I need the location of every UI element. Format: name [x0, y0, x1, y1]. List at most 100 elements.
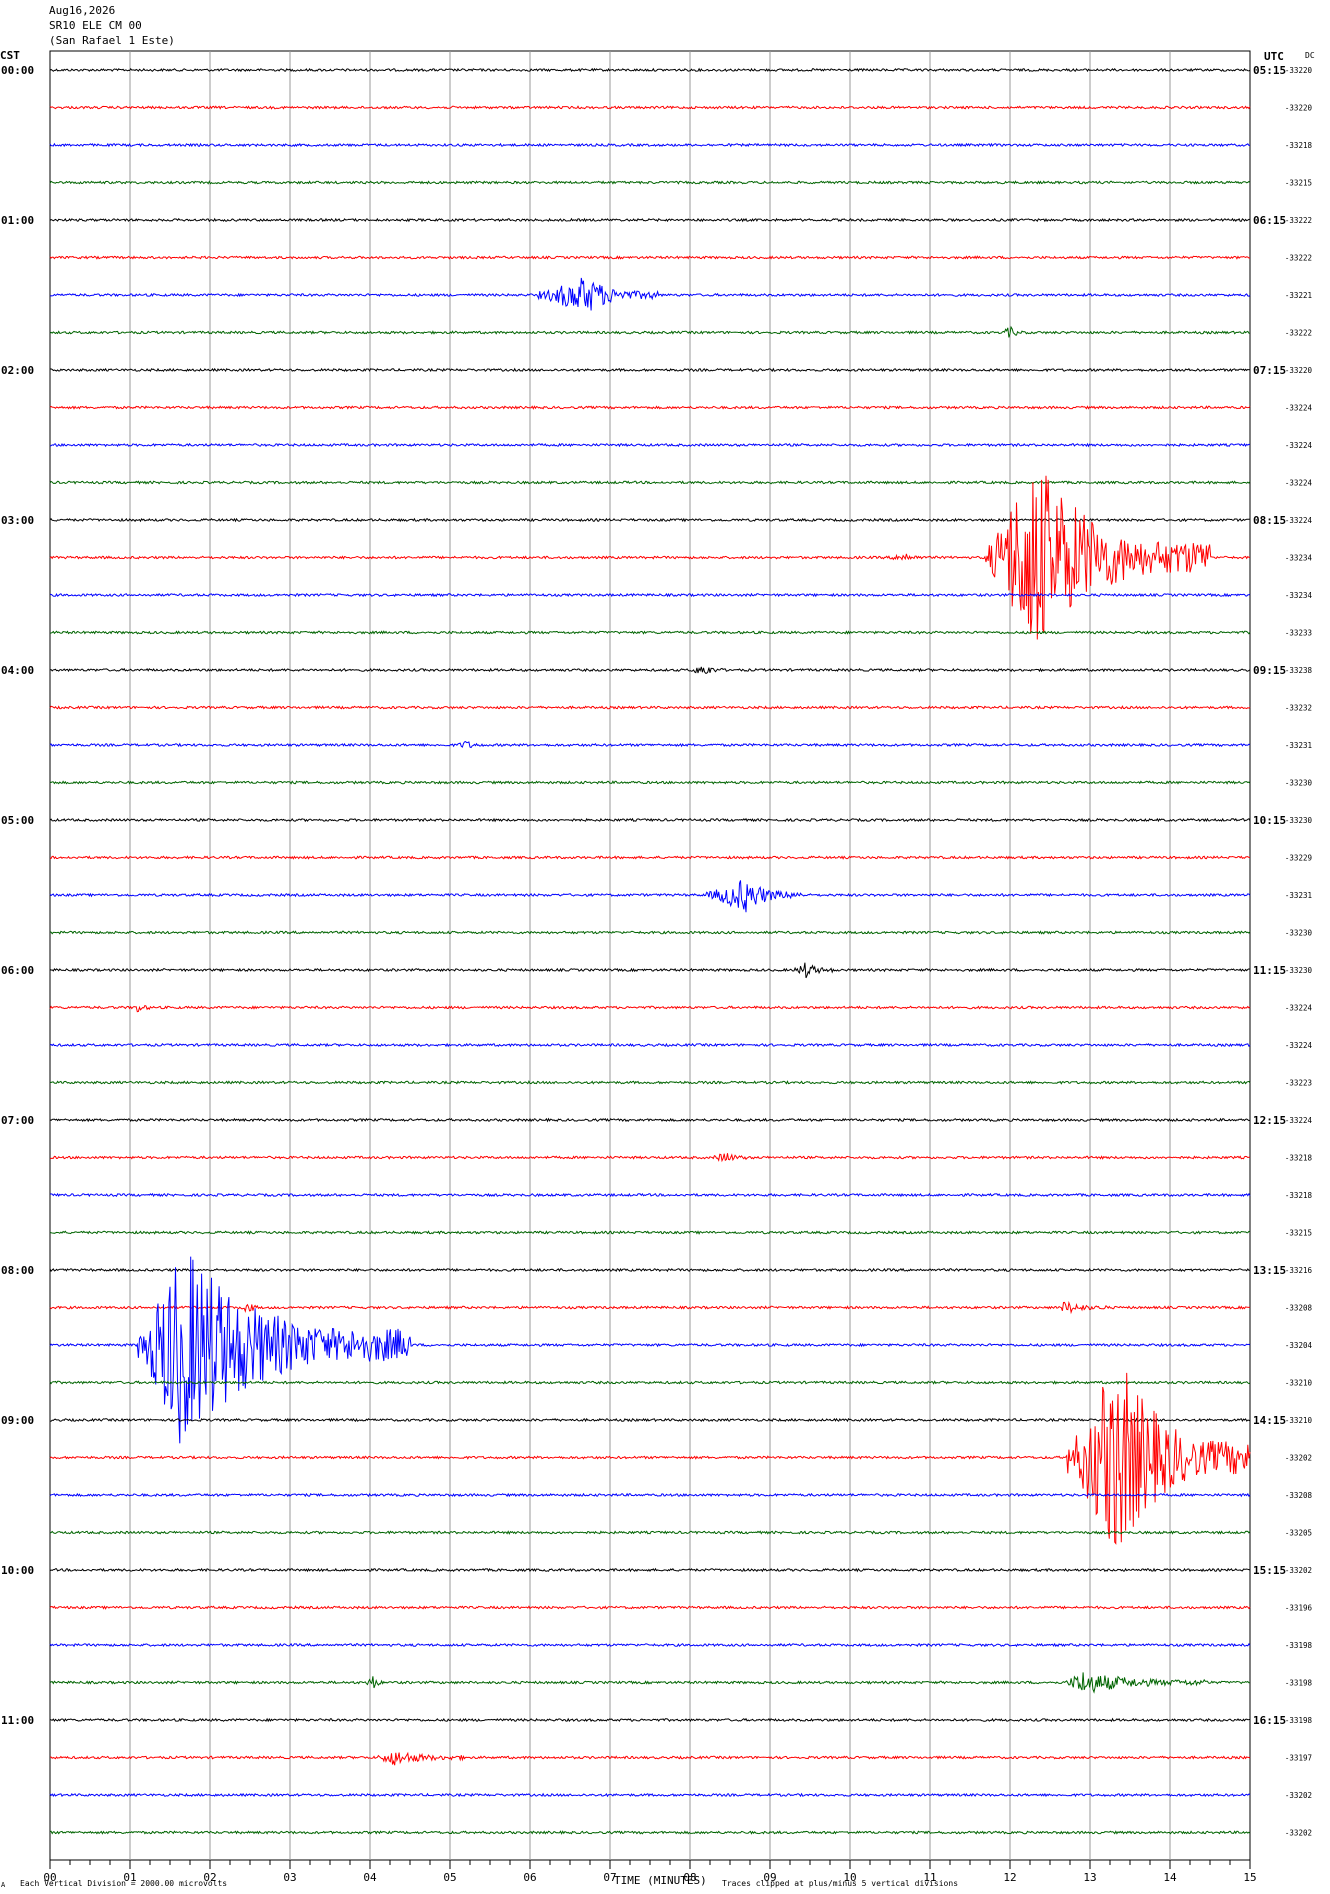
dc-value-label: -33234	[1285, 591, 1313, 600]
seismic-trace	[49, 255, 1251, 260]
seismic-trace	[49, 367, 1251, 373]
cst-hour-label: 02:00	[1, 364, 34, 377]
utc-hour-label: 10:15	[1253, 814, 1286, 827]
seismic-trace	[49, 1530, 1251, 1535]
dc-value-label: -33232	[1285, 704, 1312, 713]
seismic-trace	[49, 880, 1251, 913]
seismic-trace	[49, 1300, 1251, 1315]
dc-value-label: -33218	[1285, 141, 1313, 150]
seismic-trace	[49, 142, 1250, 148]
seismic-trace	[49, 1567, 1251, 1573]
cst-hour-label: 01:00	[1, 214, 34, 227]
seismic-trace	[49, 1042, 1251, 1048]
x-tick-label: 12	[1003, 1871, 1016, 1884]
x-tick-label: 07	[603, 1871, 616, 1884]
dc-value-label: -33223	[1285, 1079, 1312, 1088]
seismic-trace	[49, 666, 1251, 674]
seismic-trace	[49, 705, 1251, 710]
dc-value-label: -33224	[1285, 404, 1313, 413]
dc-value-label: -33202	[1285, 1566, 1312, 1575]
seismic-trace	[49, 1372, 1251, 1545]
dc-value-label: -33215	[1285, 179, 1312, 188]
utc-hour-label: 08:15	[1253, 514, 1286, 527]
dc-value-label: -33233	[1285, 629, 1312, 638]
seismic-trace	[49, 1672, 1250, 1694]
seismic-trace	[49, 855, 1251, 860]
cst-hour-label: 10:00	[1, 1564, 34, 1577]
dc-value-label: -33218	[1285, 1191, 1313, 1200]
cst-hour-label: 04:00	[1, 664, 34, 677]
seismic-trace	[49, 67, 1251, 73]
dc-value-label: -33231	[1285, 891, 1312, 900]
seismic-trace	[49, 480, 1251, 485]
dc-value-label: -33224	[1285, 1041, 1313, 1050]
x-tick-label: 11	[923, 1871, 936, 1884]
dc-value-label: -33224	[1285, 1004, 1313, 1013]
utc-hour-label: 13:15	[1253, 1264, 1286, 1277]
dc-value-label: -33210	[1285, 1416, 1313, 1425]
dc-value-label: -33204	[1285, 1341, 1313, 1350]
x-tick-label: 03	[283, 1871, 296, 1884]
dc-value-label: -33222	[1285, 216, 1312, 225]
seismic-trace	[49, 217, 1250, 223]
seismic-trace	[49, 1153, 1251, 1163]
dc-value-label: -33210	[1285, 1379, 1313, 1388]
seismic-trace	[49, 1192, 1251, 1198]
seismic-trace	[49, 1717, 1251, 1723]
dc-value-label: -33216	[1285, 1266, 1313, 1275]
dc-value-label: -33220	[1285, 104, 1313, 113]
utc-hour-label: 16:15	[1253, 1714, 1286, 1727]
dc-value-label: -33230	[1285, 779, 1313, 788]
cst-hour-label: 07:00	[1, 1114, 34, 1127]
dc-value-label: -33202	[1285, 1454, 1312, 1463]
dc-value-label: -33224	[1285, 479, 1313, 488]
x-tick-label: 15	[1243, 1871, 1256, 1884]
dc-value-label: -33202	[1285, 1829, 1312, 1838]
dc-value-label: -33198	[1285, 1679, 1313, 1688]
dc-value-label: -33220	[1285, 66, 1313, 75]
dc-value-label: -33234	[1285, 554, 1313, 563]
cst-hour-label: 05:00	[1, 814, 34, 827]
utc-hour-label: 09:15	[1253, 664, 1286, 677]
dc-value-label: -33221	[1285, 291, 1312, 300]
seismic-trace	[49, 930, 1251, 935]
x-tick-label: 10	[843, 1871, 856, 1884]
dc-value-label: -33208	[1285, 1304, 1313, 1313]
utc-hour-label: 07:15	[1253, 364, 1286, 377]
seismic-trace	[49, 1256, 1251, 1444]
dc-value-label: -33208	[1285, 1491, 1313, 1500]
seismic-trace	[49, 1267, 1251, 1273]
seismic-trace	[49, 1642, 1251, 1648]
seismogram-plot: 00 01 02 03 04 05 06 07 08 09 10 11 12 13 14 15 -33220 00…	[1, 50, 1313, 1884]
seismic-trace	[49, 1004, 1251, 1013]
seismic-trace	[49, 630, 1251, 635]
dc-value-label: -33197	[1285, 1754, 1312, 1763]
x-tick-label: 14	[1163, 1871, 1177, 1884]
plot-frame	[49, 50, 1251, 1861]
cst-hour-label: 03:00	[1, 514, 34, 527]
dc-value-label: -33220	[1285, 366, 1313, 375]
seismic-trace	[49, 1380, 1251, 1385]
dc-value-label: -33205	[1285, 1529, 1312, 1538]
cst-hour-label: 09:00	[1, 1414, 34, 1427]
utc-hour-label: 11:15	[1253, 964, 1286, 977]
seismic-trace	[49, 517, 1251, 523]
cst-hour-label: 00:00	[1, 64, 34, 77]
dc-value-label: -33215	[1285, 1229, 1312, 1238]
x-tick-label: 00	[43, 1871, 56, 1884]
x-tick-label: 13	[1083, 1871, 1096, 1884]
seismic-trace	[49, 1605, 1251, 1610]
utc-hour-label: 06:15	[1253, 214, 1286, 227]
seismic-trace	[49, 1792, 1251, 1798]
cst-hour-label: 06:00	[1, 964, 34, 977]
seismic-trace	[49, 780, 1251, 785]
seismic-trace	[49, 962, 1251, 979]
x-tick-label: 02	[203, 1871, 216, 1884]
utc-hour-label: 14:15	[1253, 1414, 1286, 1427]
seismic-trace	[49, 1830, 1251, 1835]
dc-value-label: -33231	[1285, 741, 1312, 750]
seismic-trace	[49, 1751, 1251, 1766]
utc-hour-label: 15:15	[1253, 1564, 1286, 1577]
dc-value-label: -33238	[1285, 666, 1313, 675]
x-tick-label: 04	[363, 1871, 377, 1884]
